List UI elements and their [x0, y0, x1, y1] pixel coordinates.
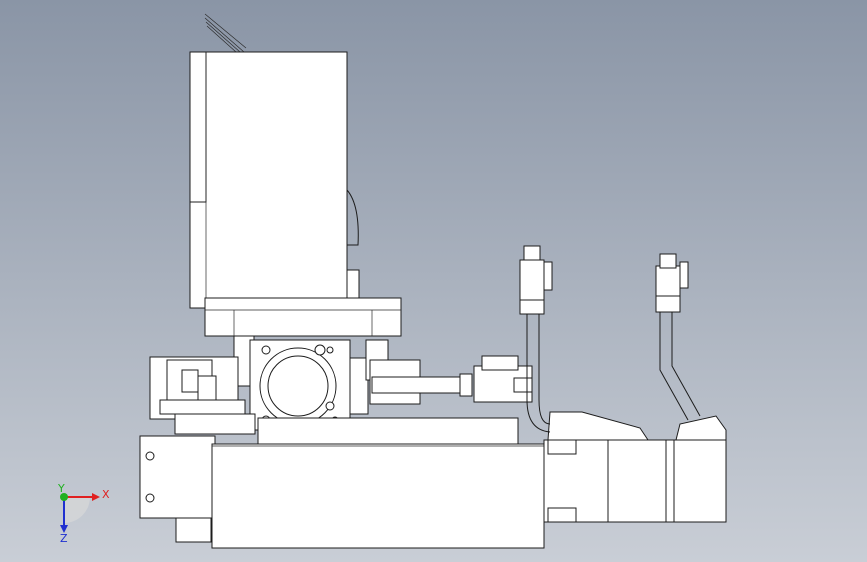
triad-z-label: Z	[60, 532, 68, 545]
assembly-drawing: X Y Z	[57, 13, 727, 549]
linear-module-body	[139, 417, 545, 549]
servo-motor-1	[543, 411, 667, 523]
triad-x-label: X	[102, 488, 110, 501]
coordinate-triad: X Y Z	[57, 482, 110, 545]
cable-1	[519, 245, 553, 433]
servo-motor-2	[665, 415, 727, 523]
cable-2	[655, 253, 701, 421]
cad-viewport[interactable]: X Y Z	[0, 0, 867, 562]
vertical-column	[189, 13, 402, 337]
triad-y-label: Y	[57, 482, 65, 495]
